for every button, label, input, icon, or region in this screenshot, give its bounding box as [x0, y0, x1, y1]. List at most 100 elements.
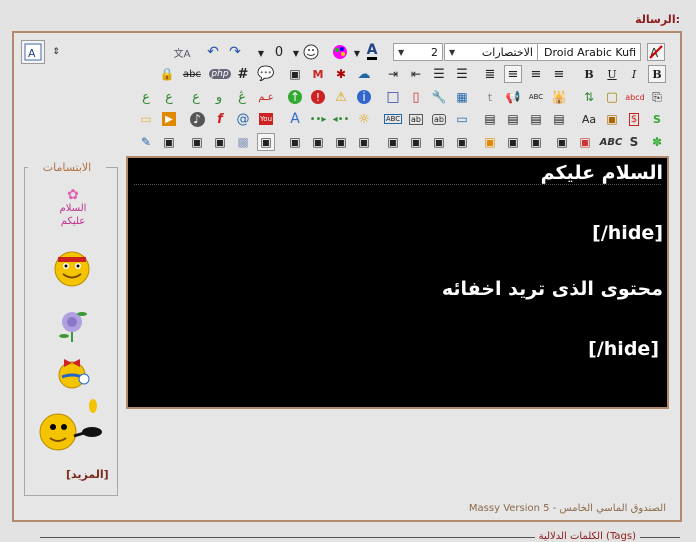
align-right-button[interactable]: ≡ — [550, 65, 568, 83]
gallery-button-5[interactable]: ▣ — [481, 133, 499, 151]
link-button[interactable]: @ — [234, 110, 252, 128]
align-center-button[interactable]: ≡ — [527, 65, 545, 83]
arrows-button-1[interactable]: ◂•• — [332, 110, 350, 128]
arrows-button-2[interactable]: ••▸ — [309, 110, 327, 128]
smiley-button[interactable] — [302, 43, 320, 61]
stop-button[interactable]: ! — [309, 88, 327, 106]
smiley-sunglasses[interactable] — [50, 248, 94, 288]
gallery-button-13[interactable]: ▣ — [286, 133, 304, 151]
media-button-1[interactable]: ▤ — [550, 110, 568, 128]
media-button-2[interactable]: ▤ — [527, 110, 545, 128]
php-button[interactable]: php — [208, 65, 232, 83]
shortcuts-select[interactable]: ▼ الاختصارات — [444, 43, 538, 61]
arabic-letter-button-4[interactable]: ع — [160, 88, 178, 106]
media-button-3[interactable]: ▤ — [504, 110, 522, 128]
smiley-flower[interactable] — [52, 302, 94, 344]
media-button-4[interactable]: ▤ — [481, 110, 499, 128]
upload-button[interactable]: ↑ — [286, 88, 304, 106]
bullet-list-button[interactable]: ☰ — [430, 65, 448, 83]
switch-mode-button[interactable]: A — [21, 40, 45, 64]
abc-style-button[interactable]: ABC — [599, 133, 623, 151]
tool-button[interactable]: 🔧 — [430, 88, 448, 106]
attach-button[interactable]: 0 — [270, 43, 288, 61]
ab-button-2[interactable]: ab — [407, 110, 425, 128]
youtube-button[interactable]: You — [257, 110, 275, 128]
scroll-button[interactable]: ⎘ — [648, 88, 666, 106]
gallery-button-9[interactable]: ▣ — [384, 133, 402, 151]
box-button[interactable]: □ — [384, 88, 402, 106]
picture-frame-button[interactable]: ▣ — [603, 110, 621, 128]
remove-format-button[interactable]: A — [647, 43, 665, 61]
indent-button[interactable]: ⇥ — [384, 65, 402, 83]
arabic-letter-button-5[interactable]: ع — [137, 88, 155, 106]
arabic-letter-button-2[interactable]: ﻭ — [210, 88, 228, 106]
gallery-button-7[interactable]: ▣ — [430, 133, 448, 151]
numbered-list-button[interactable]: ☰ — [453, 65, 471, 83]
font-a-button[interactable]: A — [286, 110, 304, 128]
image-button[interactable]: ▣ — [286, 65, 304, 83]
justify-button[interactable]: ≣ — [481, 65, 499, 83]
align-left-button[interactable]: ≡ — [504, 65, 522, 83]
background-color-button[interactable] — [331, 43, 349, 61]
table-button[interactable]: ▦ — [453, 88, 471, 106]
frame-button[interactable]: ▢ — [603, 88, 621, 106]
color-s-button[interactable]: S — [648, 110, 666, 128]
tab-button[interactable]: t — [481, 88, 499, 106]
note-button[interactable]: ▭ — [137, 110, 155, 128]
media-button-5[interactable]: ▭ — [453, 110, 471, 128]
megaphone-button[interactable]: 📢 — [504, 88, 522, 106]
strike-button[interactable]: B — [580, 65, 598, 83]
gallery-button-11[interactable]: ▣ — [332, 133, 350, 151]
more-smilies-link[interactable]: [المزيد] — [66, 468, 109, 481]
undo-button[interactable]: ↶ — [204, 43, 222, 61]
gallery-button-15[interactable]: ▩ — [234, 133, 252, 151]
s-button[interactable]: S — [625, 133, 643, 151]
lock-button[interactable]: 🔒 — [158, 65, 176, 83]
pen-button[interactable]: ✎ — [137, 133, 155, 151]
chat-button[interactable]: 💬 — [257, 65, 275, 83]
redo-button[interactable]: ↷ — [226, 43, 244, 61]
info-button[interactable]: i — [355, 88, 373, 106]
quote-button[interactable]: ☁ — [355, 65, 373, 83]
gallery-button-18[interactable]: ▣ — [160, 133, 178, 151]
gallery-button-4[interactable]: ▣ — [504, 133, 522, 151]
spoiler-button[interactable]: ✱ — [332, 65, 350, 83]
abc-123-button[interactable]: ABC — [527, 88, 545, 106]
gallery-button-12[interactable]: ▣ — [309, 133, 327, 151]
gallery-button-6[interactable]: ▣ — [453, 133, 471, 151]
abc-box-button[interactable]: ABC — [383, 110, 403, 128]
abcd-button[interactable]: abcd — [625, 88, 645, 106]
font-family-select[interactable]: ▼ Droid Arabic Kufi — [525, 43, 641, 61]
resize-arrows-icon[interactable]: ⇕ — [50, 42, 62, 62]
font-size-select[interactable]: ▼ 2 — [393, 43, 443, 61]
arabic-text-button[interactable]: عـم — [254, 88, 278, 106]
gallery-button-8[interactable]: ▣ — [407, 133, 425, 151]
font-case-button[interactable]: Aa — [578, 110, 600, 128]
strike-text-button[interactable]: abc — [181, 65, 203, 83]
dollar-button[interactable]: $ — [625, 110, 643, 128]
updown-button[interactable]: ⇅ — [580, 88, 598, 106]
chevron-down-icon[interactable]: ▼ — [352, 44, 362, 62]
italic-button[interactable]: I — [625, 65, 643, 83]
gallery-button-17[interactable]: ▣ — [188, 133, 206, 151]
gallery-button-16[interactable]: ▣ — [211, 133, 229, 151]
gallery-button-10[interactable]: ▣ — [355, 133, 373, 151]
ab-button-1[interactable]: ab — [430, 110, 448, 128]
outdent-button[interactable]: ⇤ — [407, 65, 425, 83]
bold-button[interactable]: B — [648, 65, 666, 83]
translate-button[interactable]: 文A — [173, 43, 191, 61]
mosque-button[interactable]: 🕌 — [550, 88, 568, 106]
message-editor[interactable]: السلام عليكم [hide/] محتوى الذى تريد اخف… — [126, 156, 669, 409]
hash-button[interactable]: # — [234, 65, 252, 83]
flash-button[interactable]: f — [211, 110, 229, 128]
audio-button[interactable]: ♪ — [188, 110, 206, 128]
video-button[interactable]: ▶ — [160, 110, 178, 128]
arabic-letter-button-3[interactable]: ع — [187, 88, 205, 106]
salam-sticker[interactable]: ✿ السلام عليكم — [46, 188, 100, 238]
gallery-button-14[interactable]: ▣ — [257, 133, 275, 151]
chevron-down-icon[interactable]: ▼ — [291, 44, 301, 62]
smiley-bow[interactable] — [54, 355, 94, 391]
smiley-frying-pan[interactable] — [38, 398, 104, 456]
warning-button[interactable]: ⚠ — [332, 88, 350, 106]
gallery-button-2[interactable]: ▣ — [553, 133, 571, 151]
